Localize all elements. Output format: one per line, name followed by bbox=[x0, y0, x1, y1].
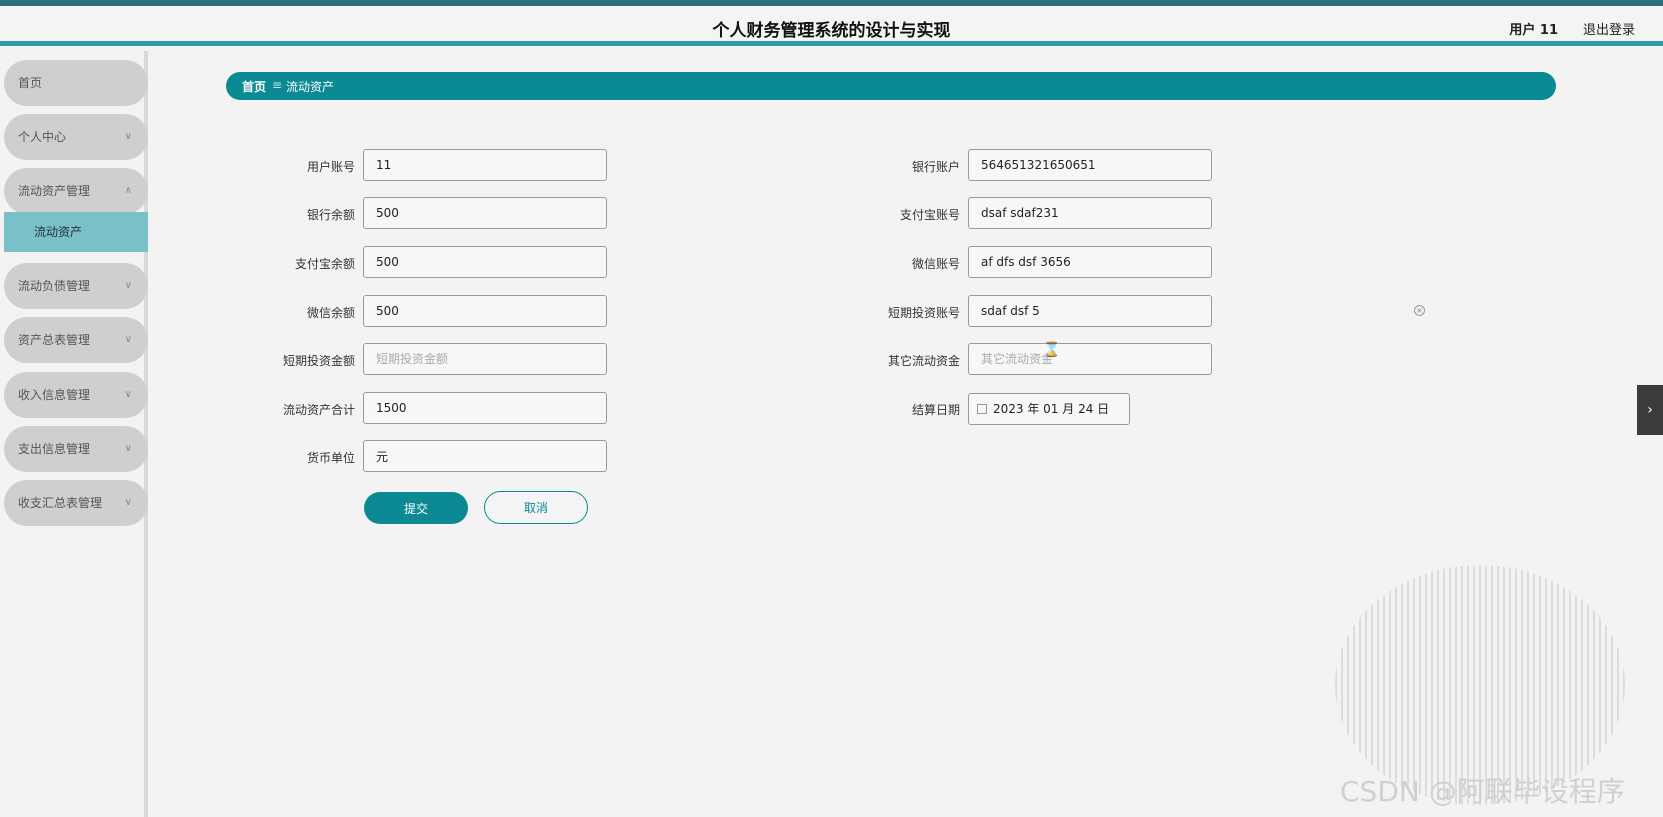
page-title: 个人财务管理系统的设计与实现 bbox=[712, 21, 951, 41]
chevron-down-icon: ∨ bbox=[124, 280, 132, 291]
bank-account-field[interactable] bbox=[968, 149, 1212, 181]
sidebar-subitem-current-assets[interactable]: 流动资产 bbox=[4, 212, 148, 252]
label-bank-balance: 银行余额 bbox=[306, 208, 355, 222]
chevron-down-icon: ∨ bbox=[124, 443, 132, 454]
label-wechat-balance: 微信余额 bbox=[306, 306, 355, 320]
clear-icon[interactable]: × bbox=[1414, 305, 1425, 316]
label-current-assets-total: 流动资产合计 bbox=[282, 403, 355, 417]
wechat-balance-field[interactable] bbox=[363, 295, 607, 327]
label-short-invest-account: 短期投资账号 bbox=[887, 306, 960, 320]
alipay-account-field[interactable] bbox=[968, 197, 1212, 229]
label-user-account: 用户账号 bbox=[306, 160, 355, 174]
current-user: 用户 11 bbox=[1509, 23, 1558, 38]
sidebar-item-label: 资产总表管理 bbox=[18, 333, 91, 347]
sidebar-item-expense-mgmt[interactable]: 支出信息管理 ∨ bbox=[4, 426, 148, 472]
sidebar-item-label: 支出信息管理 bbox=[18, 442, 91, 456]
sidebar: 首页 个人中心 ∨ 流动资产管理 ∧ 流动资产 流动负债管理 ∨ 资产总表管理 … bbox=[0, 51, 148, 817]
breadcrumb-current: 流动资产 bbox=[286, 80, 335, 94]
submit-button[interactable]: 提交 bbox=[364, 492, 468, 524]
text-cursor-icon: ⌛ bbox=[1043, 342, 1061, 358]
sidebar-item-income-mgmt[interactable]: 收入信息管理 ∨ bbox=[4, 372, 148, 418]
short-invest-account-field[interactable] bbox=[968, 295, 1212, 327]
short-invest-amount-field[interactable] bbox=[363, 343, 607, 375]
sidebar-item-home[interactable]: 首页 bbox=[4, 60, 148, 106]
wechat-account-field[interactable] bbox=[968, 246, 1212, 278]
sidebar-item-label: 收支汇总表管理 bbox=[18, 496, 103, 510]
other-current-funds-field[interactable] bbox=[968, 343, 1212, 375]
watermark: CSDN @阿联毕设程序 bbox=[1340, 775, 1625, 808]
label-alipay-account: 支付宝账号 bbox=[899, 208, 960, 222]
header: 个人财务管理系统的设计与实现 用户 11 退出登录 bbox=[0, 6, 1663, 46]
chevron-down-icon: ∨ bbox=[124, 131, 132, 142]
label-alipay-balance: 支付宝余额 bbox=[294, 257, 355, 271]
sidebar-item-label: 收入信息管理 bbox=[18, 388, 91, 402]
chevron-down-icon: ∨ bbox=[124, 334, 132, 345]
label-short-invest-amount: 短期投资金额 bbox=[282, 354, 355, 368]
chevron-up-icon: ∧ bbox=[124, 185, 132, 196]
settlement-date-picker[interactable]: 2023 年 01 月 24 日 bbox=[968, 393, 1130, 425]
chevron-down-icon: ∨ bbox=[124, 389, 132, 400]
sidebar-item-summary-mgmt[interactable]: 收支汇总表管理 ∨ bbox=[4, 480, 148, 526]
calendar-icon bbox=[977, 404, 987, 414]
label-settlement-date: 结算日期 bbox=[911, 403, 960, 417]
sidebar-item-current-assets-mgmt[interactable]: 流动资产管理 ∧ bbox=[4, 168, 148, 214]
cancel-button[interactable]: 取消 bbox=[484, 491, 588, 524]
label-bank-account: 银行账户 bbox=[911, 160, 960, 174]
label-wechat-account: 微信账号 bbox=[911, 257, 960, 271]
breadcrumb-separator-icon: ≡ bbox=[272, 78, 283, 92]
chevron-down-icon: ∨ bbox=[124, 497, 132, 508]
sidebar-item-label: 个人中心 bbox=[18, 130, 67, 144]
alipay-balance-field[interactable] bbox=[363, 246, 607, 278]
label-currency-unit: 货币单位 bbox=[306, 451, 355, 465]
label-other-current-funds: 其它流动资金 bbox=[887, 354, 960, 368]
sidebar-item-asset-summary-mgmt[interactable]: 资产总表管理 ∨ bbox=[4, 317, 148, 363]
current-assets-total-field[interactable] bbox=[363, 392, 607, 424]
user-account-field[interactable] bbox=[363, 149, 607, 181]
breadcrumb: 首页 ≡ 流动资产 bbox=[226, 72, 1556, 100]
settlement-date-value: 2023 年 01 月 24 日 bbox=[993, 402, 1110, 416]
sidebar-item-label: 首页 bbox=[18, 76, 43, 90]
logout-link[interactable]: 退出登录 bbox=[1583, 19, 1635, 38]
decorative-striped-circle bbox=[1335, 565, 1625, 805]
sidebar-item-personal-center[interactable]: 个人中心 ∨ bbox=[4, 114, 148, 160]
currency-unit-field[interactable] bbox=[363, 440, 607, 472]
bank-balance-field[interactable] bbox=[363, 197, 607, 229]
breadcrumb-home[interactable]: 首页 bbox=[242, 78, 266, 95]
sidebar-item-label: 流动负债管理 bbox=[18, 279, 91, 293]
sidebar-item-label: 流动资产管理 bbox=[18, 184, 91, 198]
chevron-right-icon[interactable]: › bbox=[1637, 385, 1663, 435]
sidebar-item-current-liabilities-mgmt[interactable]: 流动负债管理 ∨ bbox=[4, 263, 148, 309]
